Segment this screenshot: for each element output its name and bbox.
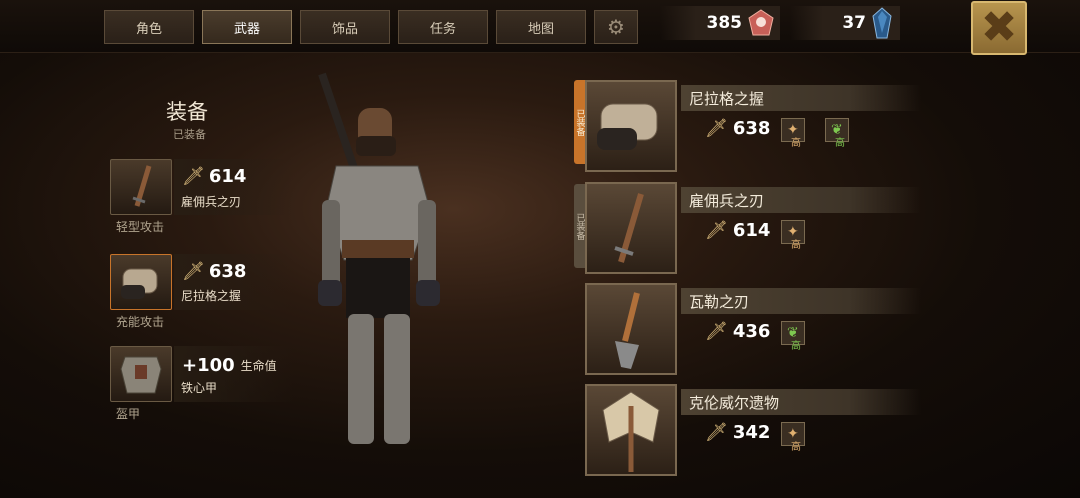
attack-number: 436 bbox=[732, 321, 771, 342]
attack-number: 614 bbox=[732, 220, 771, 241]
inventory-item[interactable]: 尼拉格之握 🗡 638 ✦ 高 ❦ 高 bbox=[585, 80, 921, 172]
item-thumbnail bbox=[585, 283, 677, 375]
health-unit: 生命值 bbox=[240, 359, 277, 373]
item-attack: 🗡 436 bbox=[705, 321, 770, 342]
inventory-item[interactable]: 瓦勒之刃 🗡 436 ❦ 高 bbox=[585, 283, 921, 375]
slot-label: 充能攻击 bbox=[116, 315, 165, 329]
slot-item-name: 铁心甲 bbox=[181, 381, 218, 395]
charged-attack-slot[interactable] bbox=[110, 254, 172, 310]
slot-attack-value: 🗡 638 bbox=[182, 261, 246, 282]
item-name: 雇佣兵之刃 bbox=[689, 192, 765, 210]
crystal-counter: 385 bbox=[660, 6, 780, 40]
inventory-item[interactable]: 雇佣兵之刃 🗡 614 ✦ 高 bbox=[585, 182, 921, 274]
gem-counter: 37 bbox=[790, 6, 900, 40]
attack-number: 342 bbox=[732, 422, 771, 443]
item-name: 克伦威尔遗物 bbox=[689, 394, 780, 412]
item-name: 尼拉格之握 bbox=[689, 90, 765, 108]
gem-count: 37 bbox=[842, 13, 866, 33]
red-crystal-icon bbox=[748, 9, 774, 36]
slot-label: 盔甲 bbox=[116, 407, 141, 421]
tab-map[interactable]: 地图 bbox=[496, 10, 586, 44]
badge-label: 高 bbox=[835, 138, 845, 149]
blade-icon bbox=[614, 193, 644, 263]
gear-icon: ⚙ bbox=[607, 15, 625, 39]
item-name: 瓦勒之刃 bbox=[689, 293, 750, 311]
item-thumbnail bbox=[585, 182, 677, 274]
tab-weapons[interactable]: 武器 bbox=[202, 10, 292, 44]
attack-number: 638 bbox=[208, 261, 247, 282]
slot-attack-value: 🗡 614 bbox=[182, 166, 246, 187]
slot-item-name: 尼拉格之握 bbox=[181, 289, 242, 303]
chestplate-icon bbox=[120, 356, 162, 394]
item-attack: 🗡 342 bbox=[705, 422, 770, 443]
attack-number: 614 bbox=[208, 166, 247, 187]
item-thumbnail bbox=[585, 384, 677, 476]
close-icon: ✖ bbox=[980, 2, 1018, 53]
badge-label: 高 bbox=[791, 138, 801, 149]
tab-label: 地图 bbox=[527, 21, 554, 37]
sword-icon: 🗡 bbox=[705, 220, 728, 241]
light-attack-slot[interactable] bbox=[110, 159, 172, 215]
equipment-subtitle: 已装备 bbox=[173, 128, 206, 141]
axe-icon bbox=[602, 391, 660, 472]
slot-label: 轻型攻击 bbox=[116, 220, 165, 234]
sword-blade-icon bbox=[615, 292, 640, 369]
badge-label: 高 bbox=[791, 240, 801, 251]
settings-button[interactable]: ⚙ bbox=[594, 10, 638, 44]
gauntlet-icon bbox=[121, 268, 158, 299]
blue-gem-icon bbox=[872, 7, 892, 39]
character-model bbox=[318, 72, 440, 444]
item-attack: 🗡 638 bbox=[705, 118, 770, 139]
blade-icon bbox=[132, 165, 152, 207]
sword-icon: 🗡 bbox=[705, 118, 728, 139]
item-attack: 🗡 614 bbox=[705, 220, 770, 241]
slot-item-name: 雇佣兵之刃 bbox=[181, 195, 242, 209]
tab-label: 饰品 bbox=[331, 21, 358, 37]
item-thumbnail bbox=[585, 80, 677, 172]
badge-label: 高 bbox=[791, 442, 801, 453]
crystal-count: 385 bbox=[706, 13, 743, 33]
badge-label: 高 bbox=[791, 341, 801, 352]
sword-icon: 🗡 bbox=[182, 166, 205, 187]
inventory-item[interactable]: 克伦威尔遗物 🗡 342 ✦ 高 bbox=[585, 384, 921, 476]
sword-icon: 🗡 bbox=[182, 261, 205, 282]
slot-health-value: +100 生命值 bbox=[182, 355, 277, 376]
tab-quests[interactable]: 任务 bbox=[398, 10, 488, 44]
tab-label: 角色 bbox=[135, 21, 162, 37]
tab-character[interactable]: 角色 bbox=[104, 10, 194, 44]
health-number: +100 bbox=[182, 355, 235, 376]
armor-slot[interactable] bbox=[110, 346, 172, 402]
attack-number: 638 bbox=[732, 118, 771, 139]
sword-icon: 🗡 bbox=[705, 422, 728, 443]
tab-label: 任务 bbox=[429, 21, 456, 37]
close-button[interactable]: ✖ bbox=[971, 1, 1027, 55]
sword-icon: 🗡 bbox=[705, 321, 728, 342]
tab-label: 武器 bbox=[233, 21, 260, 37]
tab-accessories[interactable]: 饰品 bbox=[300, 10, 390, 44]
equipment-title: 装备 bbox=[166, 100, 208, 124]
gauntlet-icon bbox=[597, 103, 658, 150]
